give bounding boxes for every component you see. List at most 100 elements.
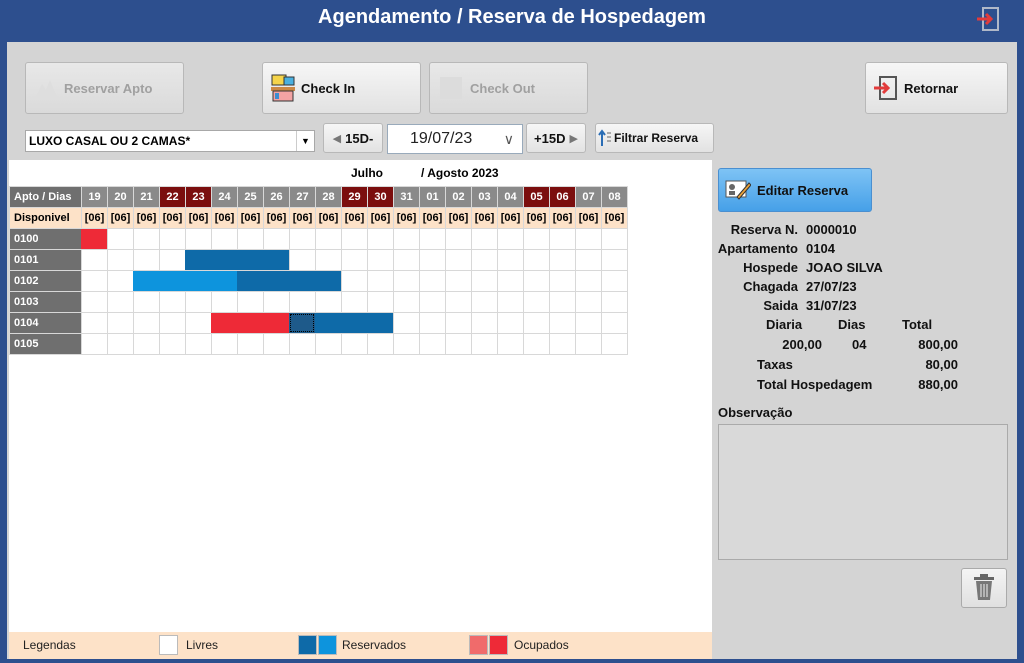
day-cell[interactable] [471, 249, 498, 271]
day-cell[interactable] [523, 312, 550, 334]
day-cell[interactable] [601, 228, 628, 250]
day-cell[interactable] [445, 270, 472, 292]
day-cell[interactable] [445, 312, 472, 334]
day-cell[interactable] [289, 291, 316, 313]
day-cell[interactable] [367, 249, 394, 271]
day-cell[interactable] [419, 312, 446, 334]
day-cell[interactable] [367, 291, 394, 313]
reservar-apto-button[interactable]: Reservar Apto [25, 62, 184, 114]
day-cell[interactable] [159, 249, 186, 271]
booking-0101[interactable] [185, 250, 289, 270]
day-cell[interactable] [393, 291, 420, 313]
day-cell[interactable] [81, 312, 108, 334]
day-cell[interactable] [549, 228, 576, 250]
booking-0102-a[interactable] [133, 271, 237, 291]
day-cell[interactable] [211, 228, 238, 250]
day-cell[interactable] [367, 228, 394, 250]
day-cell[interactable] [549, 312, 576, 334]
day-cell[interactable] [341, 333, 368, 355]
day-cell[interactable] [289, 228, 316, 250]
day-cell[interactable] [549, 270, 576, 292]
booking-0102-b[interactable] [237, 271, 341, 291]
day-cell[interactable] [107, 333, 134, 355]
day-cell[interactable] [367, 333, 394, 355]
chevron-down-icon[interactable]: ∨ [504, 125, 514, 153]
day-cell[interactable] [133, 291, 160, 313]
day-cell[interactable] [471, 270, 498, 292]
day-cell[interactable] [159, 228, 186, 250]
day-cell[interactable] [133, 249, 160, 271]
day-cell[interactable] [159, 333, 186, 355]
day-cell[interactable] [497, 291, 524, 313]
day-cell[interactable] [575, 228, 602, 250]
day-cell[interactable] [185, 333, 212, 355]
day-cell[interactable] [185, 312, 212, 334]
day-cell[interactable] [367, 270, 394, 292]
room-type-select[interactable]: LUXO CASAL OU 2 CAMAS* ▼ [25, 130, 315, 152]
day-cell[interactable] [523, 333, 550, 355]
day-cell[interactable] [419, 228, 446, 250]
day-cell[interactable] [315, 291, 342, 313]
next-15-days-button[interactable]: +15D ▶ [526, 123, 586, 153]
day-cell[interactable] [601, 333, 628, 355]
day-cell[interactable] [263, 333, 290, 355]
day-cell[interactable] [133, 228, 160, 250]
day-cell[interactable] [393, 249, 420, 271]
day-cell[interactable] [289, 333, 316, 355]
day-cell[interactable] [575, 333, 602, 355]
day-cell[interactable] [81, 249, 108, 271]
day-cell[interactable] [445, 228, 472, 250]
day-cell[interactable] [315, 228, 342, 250]
day-cell[interactable] [107, 249, 134, 271]
day-cell[interactable] [419, 333, 446, 355]
day-cell[interactable] [471, 312, 498, 334]
booking-0104-a[interactable] [211, 313, 289, 333]
day-cell[interactable] [341, 249, 368, 271]
day-cell[interactable] [419, 249, 446, 271]
day-cell[interactable] [393, 333, 420, 355]
day-cell[interactable] [523, 291, 550, 313]
prev-15-days-button[interactable]: ◀ 15D- [323, 123, 383, 153]
day-cell[interactable] [575, 270, 602, 292]
date-picker[interactable]: 19/07/23 ∨ [387, 124, 523, 154]
day-cell[interactable] [263, 291, 290, 313]
day-cell[interactable] [575, 312, 602, 334]
day-cell[interactable] [185, 291, 212, 313]
day-cell[interactable] [549, 249, 576, 271]
day-cell[interactable] [81, 270, 108, 292]
editar-reserva-button[interactable]: Editar Reserva [718, 168, 872, 212]
day-cell[interactable] [601, 249, 628, 271]
day-cell[interactable] [497, 270, 524, 292]
day-cell[interactable] [471, 333, 498, 355]
day-cell[interactable] [523, 270, 550, 292]
day-cell[interactable] [601, 270, 628, 292]
day-cell[interactable] [315, 249, 342, 271]
day-cell[interactable] [393, 270, 420, 292]
day-cell[interactable] [289, 249, 316, 271]
selected-cell[interactable] [289, 313, 315, 333]
day-cell[interactable] [601, 291, 628, 313]
day-cell[interactable] [523, 228, 550, 250]
day-cell[interactable] [393, 228, 420, 250]
day-cell[interactable] [445, 249, 472, 271]
day-cell[interactable] [107, 312, 134, 334]
day-cell[interactable] [497, 333, 524, 355]
day-cell[interactable] [107, 228, 134, 250]
observacao-textarea[interactable] [718, 424, 1008, 560]
day-cell[interactable] [133, 333, 160, 355]
day-cell[interactable] [419, 270, 446, 292]
day-cell[interactable] [549, 291, 576, 313]
day-cell[interactable] [445, 291, 472, 313]
day-cell[interactable] [341, 270, 368, 292]
day-cell[interactable] [497, 312, 524, 334]
check-in-button[interactable]: Check In [262, 62, 421, 114]
booking-0100[interactable] [81, 229, 107, 249]
day-cell[interactable] [445, 333, 472, 355]
day-cell[interactable] [601, 312, 628, 334]
check-out-button[interactable]: Check Out [429, 62, 588, 114]
day-cell[interactable] [237, 228, 264, 250]
day-cell[interactable] [549, 333, 576, 355]
day-cell[interactable] [107, 291, 134, 313]
day-cell[interactable] [159, 291, 186, 313]
day-cell[interactable] [185, 228, 212, 250]
